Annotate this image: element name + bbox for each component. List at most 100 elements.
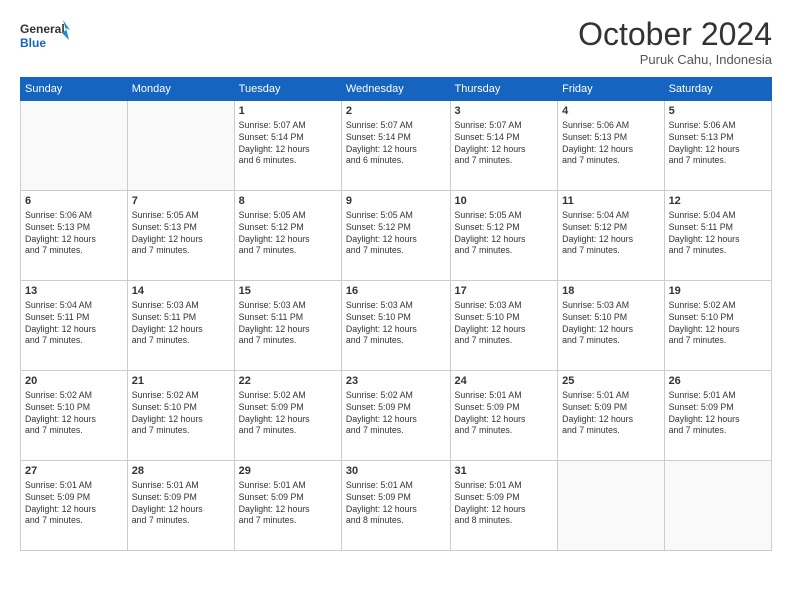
day-cell: 8Sunrise: 5:05 AMSunset: 5:12 PMDaylight… xyxy=(234,191,341,281)
day-info: Sunrise: 5:01 AMSunset: 5:09 PMDaylight:… xyxy=(25,480,123,528)
day-cell: 18Sunrise: 5:03 AMSunset: 5:10 PMDayligh… xyxy=(558,281,664,371)
day-cell: 7Sunrise: 5:05 AMSunset: 5:13 PMDaylight… xyxy=(127,191,234,281)
day-cell: 4Sunrise: 5:06 AMSunset: 5:13 PMDaylight… xyxy=(558,101,664,191)
week-row-3: 13Sunrise: 5:04 AMSunset: 5:11 PMDayligh… xyxy=(21,281,772,371)
header: General Blue October 2024 Puruk Cahu, In… xyxy=(20,18,772,67)
day-cell: 5Sunrise: 5:06 AMSunset: 5:13 PMDaylight… xyxy=(664,101,771,191)
day-info: Sunrise: 5:05 AMSunset: 5:12 PMDaylight:… xyxy=(346,210,446,258)
page: General Blue October 2024 Puruk Cahu, In… xyxy=(0,0,792,612)
day-cell: 16Sunrise: 5:03 AMSunset: 5:10 PMDayligh… xyxy=(341,281,450,371)
week-row-5: 27Sunrise: 5:01 AMSunset: 5:09 PMDayligh… xyxy=(21,461,772,551)
header-wednesday: Wednesday xyxy=(341,78,450,101)
day-cell xyxy=(664,461,771,551)
day-info: Sunrise: 5:05 AMSunset: 5:13 PMDaylight:… xyxy=(132,210,230,258)
day-number: 31 xyxy=(455,464,554,479)
calendar-table: Sunday Monday Tuesday Wednesday Thursday… xyxy=(20,77,772,551)
logo: General Blue xyxy=(20,18,70,54)
day-number: 27 xyxy=(25,464,123,479)
day-info: Sunrise: 5:01 AMSunset: 5:09 PMDaylight:… xyxy=(346,480,446,528)
day-number: 24 xyxy=(455,374,554,389)
day-number: 14 xyxy=(132,284,230,299)
day-info: Sunrise: 5:01 AMSunset: 5:09 PMDaylight:… xyxy=(455,390,554,438)
day-number: 29 xyxy=(239,464,337,479)
day-cell: 30Sunrise: 5:01 AMSunset: 5:09 PMDayligh… xyxy=(341,461,450,551)
month-title: October 2024 xyxy=(578,18,772,50)
day-number: 13 xyxy=(25,284,123,299)
day-number: 23 xyxy=(346,374,446,389)
header-saturday: Saturday xyxy=(664,78,771,101)
day-cell: 3Sunrise: 5:07 AMSunset: 5:14 PMDaylight… xyxy=(450,101,558,191)
day-info: Sunrise: 5:06 AMSunset: 5:13 PMDaylight:… xyxy=(562,120,659,168)
day-info: Sunrise: 5:03 AMSunset: 5:10 PMDaylight:… xyxy=(562,300,659,348)
day-number: 10 xyxy=(455,194,554,209)
day-info: Sunrise: 5:04 AMSunset: 5:11 PMDaylight:… xyxy=(669,210,767,258)
day-info: Sunrise: 5:03 AMSunset: 5:11 PMDaylight:… xyxy=(132,300,230,348)
day-info: Sunrise: 5:02 AMSunset: 5:10 PMDaylight:… xyxy=(132,390,230,438)
header-sunday: Sunday xyxy=(21,78,128,101)
day-number: 4 xyxy=(562,104,659,119)
day-number: 1 xyxy=(239,104,337,119)
day-cell: 14Sunrise: 5:03 AMSunset: 5:11 PMDayligh… xyxy=(127,281,234,371)
day-info: Sunrise: 5:05 AMSunset: 5:12 PMDaylight:… xyxy=(239,210,337,258)
day-number: 17 xyxy=(455,284,554,299)
day-cell: 2Sunrise: 5:07 AMSunset: 5:14 PMDaylight… xyxy=(341,101,450,191)
day-cell: 13Sunrise: 5:04 AMSunset: 5:11 PMDayligh… xyxy=(21,281,128,371)
day-number: 15 xyxy=(239,284,337,299)
day-number: 16 xyxy=(346,284,446,299)
day-number: 9 xyxy=(346,194,446,209)
day-number: 22 xyxy=(239,374,337,389)
day-cell: 9Sunrise: 5:05 AMSunset: 5:12 PMDaylight… xyxy=(341,191,450,281)
svg-text:General: General xyxy=(20,22,65,36)
day-cell: 27Sunrise: 5:01 AMSunset: 5:09 PMDayligh… xyxy=(21,461,128,551)
day-info: Sunrise: 5:01 AMSunset: 5:09 PMDaylight:… xyxy=(455,480,554,528)
day-cell: 12Sunrise: 5:04 AMSunset: 5:11 PMDayligh… xyxy=(664,191,771,281)
day-number: 25 xyxy=(562,374,659,389)
day-cell: 23Sunrise: 5:02 AMSunset: 5:09 PMDayligh… xyxy=(341,371,450,461)
day-info: Sunrise: 5:01 AMSunset: 5:09 PMDaylight:… xyxy=(562,390,659,438)
day-cell: 31Sunrise: 5:01 AMSunset: 5:09 PMDayligh… xyxy=(450,461,558,551)
day-info: Sunrise: 5:02 AMSunset: 5:10 PMDaylight:… xyxy=(669,300,767,348)
day-cell: 28Sunrise: 5:01 AMSunset: 5:09 PMDayligh… xyxy=(127,461,234,551)
title-block: October 2024 Puruk Cahu, Indonesia xyxy=(578,18,772,67)
week-row-2: 6Sunrise: 5:06 AMSunset: 5:13 PMDaylight… xyxy=(21,191,772,281)
day-info: Sunrise: 5:01 AMSunset: 5:09 PMDaylight:… xyxy=(669,390,767,438)
day-cell: 25Sunrise: 5:01 AMSunset: 5:09 PMDayligh… xyxy=(558,371,664,461)
day-info: Sunrise: 5:07 AMSunset: 5:14 PMDaylight:… xyxy=(346,120,446,168)
day-number: 26 xyxy=(669,374,767,389)
day-number: 20 xyxy=(25,374,123,389)
day-info: Sunrise: 5:07 AMSunset: 5:14 PMDaylight:… xyxy=(455,120,554,168)
day-cell: 17Sunrise: 5:03 AMSunset: 5:10 PMDayligh… xyxy=(450,281,558,371)
day-number: 21 xyxy=(132,374,230,389)
day-info: Sunrise: 5:05 AMSunset: 5:12 PMDaylight:… xyxy=(455,210,554,258)
day-number: 3 xyxy=(455,104,554,119)
day-number: 30 xyxy=(346,464,446,479)
day-cell: 11Sunrise: 5:04 AMSunset: 5:12 PMDayligh… xyxy=(558,191,664,281)
day-number: 19 xyxy=(669,284,767,299)
day-cell xyxy=(558,461,664,551)
day-info: Sunrise: 5:04 AMSunset: 5:11 PMDaylight:… xyxy=(25,300,123,348)
day-cell: 20Sunrise: 5:02 AMSunset: 5:10 PMDayligh… xyxy=(21,371,128,461)
day-cell: 15Sunrise: 5:03 AMSunset: 5:11 PMDayligh… xyxy=(234,281,341,371)
day-number: 8 xyxy=(239,194,337,209)
day-number: 28 xyxy=(132,464,230,479)
location-subtitle: Puruk Cahu, Indonesia xyxy=(578,52,772,67)
logo-svg: General Blue xyxy=(20,18,70,54)
day-number: 5 xyxy=(669,104,767,119)
day-info: Sunrise: 5:03 AMSunset: 5:10 PMDaylight:… xyxy=(346,300,446,348)
svg-text:Blue: Blue xyxy=(20,36,46,50)
header-tuesday: Tuesday xyxy=(234,78,341,101)
day-cell: 10Sunrise: 5:05 AMSunset: 5:12 PMDayligh… xyxy=(450,191,558,281)
day-cell: 29Sunrise: 5:01 AMSunset: 5:09 PMDayligh… xyxy=(234,461,341,551)
day-info: Sunrise: 5:04 AMSunset: 5:12 PMDaylight:… xyxy=(562,210,659,258)
day-number: 7 xyxy=(132,194,230,209)
day-cell: 24Sunrise: 5:01 AMSunset: 5:09 PMDayligh… xyxy=(450,371,558,461)
day-info: Sunrise: 5:01 AMSunset: 5:09 PMDaylight:… xyxy=(239,480,337,528)
day-number: 2 xyxy=(346,104,446,119)
day-cell: 26Sunrise: 5:01 AMSunset: 5:09 PMDayligh… xyxy=(664,371,771,461)
week-row-1: 1Sunrise: 5:07 AMSunset: 5:14 PMDaylight… xyxy=(21,101,772,191)
day-info: Sunrise: 5:01 AMSunset: 5:09 PMDaylight:… xyxy=(132,480,230,528)
day-info: Sunrise: 5:07 AMSunset: 5:14 PMDaylight:… xyxy=(239,120,337,168)
day-info: Sunrise: 5:03 AMSunset: 5:11 PMDaylight:… xyxy=(239,300,337,348)
day-info: Sunrise: 5:02 AMSunset: 5:10 PMDaylight:… xyxy=(25,390,123,438)
day-cell xyxy=(21,101,128,191)
